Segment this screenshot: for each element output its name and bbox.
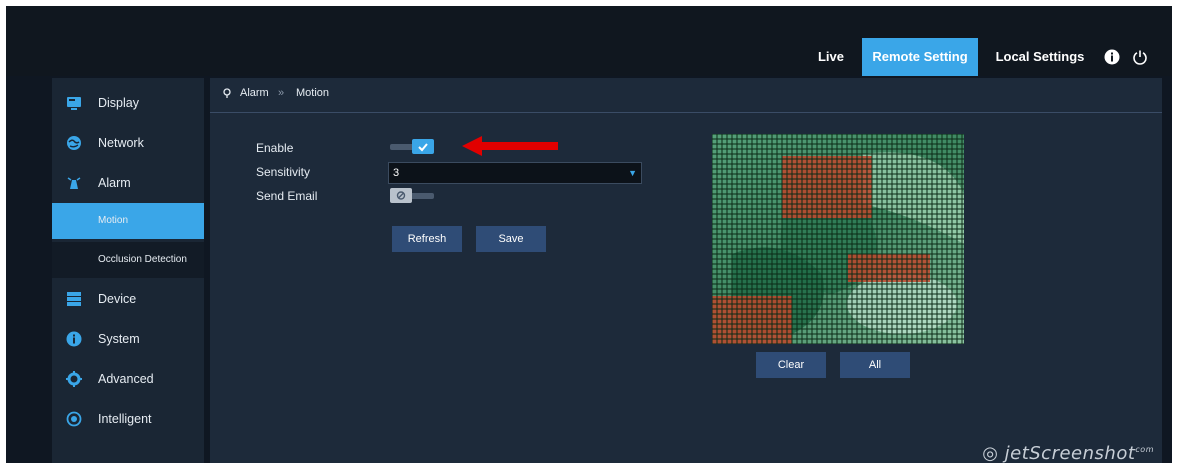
device-icon (67, 292, 81, 306)
grid-overlay (712, 134, 964, 344)
sidebar-subitem-occlusion-detection[interactable]: Occlusion Detection (52, 242, 204, 278)
refresh-button[interactable]: Refresh (392, 226, 462, 252)
sidebar-item-label: Alarm (98, 176, 131, 190)
sensitivity-label: Sensitivity (256, 165, 311, 179)
sidebar-item-device[interactable]: Device (52, 280, 204, 318)
sidebar-item-intelligent[interactable]: Intelligent (52, 400, 204, 438)
enable-label: Enable (256, 141, 294, 155)
sidebar-item-label: System (98, 332, 140, 346)
breadcrumb-root[interactable]: Alarm (240, 78, 269, 108)
motion-detection-area[interactable] (712, 134, 964, 344)
chevron-down-icon: ▼ (628, 168, 637, 178)
sensitivity-select[interactable]: 3 ▼ (388, 162, 642, 184)
power-icon[interactable] (1132, 49, 1148, 65)
clear-button[interactable]: Clear (756, 352, 826, 378)
breadcrumb-current: Motion (296, 87, 330, 99)
app-window: Live Remote Setting Local Settings Displ… (6, 6, 1172, 463)
sidebar-item-network[interactable]: Network (52, 124, 204, 162)
watermark-text: jetScreenshot (1004, 443, 1136, 463)
display-icon (67, 97, 81, 110)
info-icon[interactable] (1104, 49, 1120, 65)
gear-icon (66, 371, 82, 387)
sidebar-item-system[interactable]: System (52, 320, 204, 358)
save-button[interactable]: Save (476, 226, 546, 252)
nav-live[interactable]: Live (806, 38, 856, 76)
watermark: ◎ jetScreenshotcom (982, 443, 1154, 463)
sidebar-item-label: Display (98, 96, 139, 110)
sidebar-item-label: Device (98, 292, 137, 306)
sidebar: Display Network Alarm Motion Occlusion D… (52, 78, 204, 463)
sidebar-subitem-label: Motion (98, 215, 129, 226)
watermark-camera-icon: ◎ (982, 443, 1005, 463)
main-content: Alarm » Motion Enable Sensitivity 3 ▼ Se… (210, 78, 1162, 463)
send-email-toggle[interactable] (390, 188, 436, 204)
intelligent-icon (66, 411, 82, 427)
network-icon (67, 136, 81, 150)
sidebar-item-alarm[interactable]: Alarm (52, 164, 204, 202)
motion-grid[interactable] (712, 134, 964, 344)
location-pin-icon (223, 88, 231, 98)
sidebar-item-advanced[interactable]: Advanced (52, 360, 204, 398)
alarm-icon (67, 177, 81, 189)
send-email-label: Send Email (256, 189, 318, 203)
enable-toggle[interactable] (390, 139, 436, 155)
nav-remote-setting[interactable]: Remote Setting (862, 38, 978, 76)
sidebar-subitem-motion[interactable]: Motion (52, 203, 204, 239)
breadcrumb-separator: » (278, 87, 285, 99)
breadcrumb: Alarm » Motion (210, 78, 1162, 113)
sidebar-item-label: Intelligent (98, 412, 152, 426)
send-email-toggle-knob (390, 188, 412, 203)
all-button[interactable]: All (840, 352, 910, 378)
checkmark-icon (418, 143, 428, 152)
red-arrow-annotation (462, 136, 558, 156)
watermark-suffix: com (1135, 445, 1154, 454)
nav-local-settings[interactable]: Local Settings (984, 38, 1096, 76)
sensitivity-value: 3 (393, 167, 400, 179)
sidebar-item-label: Network (98, 136, 144, 150)
sidebar-subitem-label: Occlusion Detection (98, 254, 187, 265)
sidebar-item-label: Advanced (98, 372, 154, 386)
enable-toggle-knob (412, 139, 434, 154)
sidebar-item-display[interactable]: Display (52, 84, 204, 122)
disabled-icon (396, 191, 406, 200)
top-nav: Live Remote Setting Local Settings (6, 6, 1172, 76)
system-icon (66, 331, 82, 347)
